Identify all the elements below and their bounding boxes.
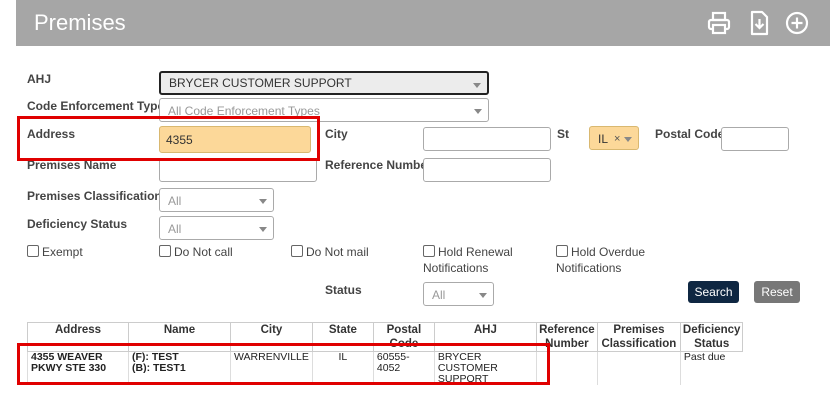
cell-deficiency-status: Past due — [679, 351, 743, 385]
hold-renewal-label: Hold Renewal — [438, 245, 513, 259]
clear-icon[interactable]: × — [614, 127, 620, 151]
reference-number-input[interactable] — [423, 158, 551, 182]
status-label: Status — [325, 283, 362, 297]
status-select[interactable]: All — [423, 282, 494, 306]
reference-number-label: Reference Number — [325, 158, 432, 172]
checkbox-icon[interactable] — [556, 245, 568, 257]
column-header-deficiency-status[interactable]: Deficiency Status — [679, 322, 744, 352]
hold-renewal-label-line2: Notifications — [423, 261, 489, 275]
chevron-down-icon — [624, 137, 632, 142]
chevron-down-icon — [259, 227, 267, 232]
checkbox-icon[interactable] — [27, 245, 39, 257]
page-header: Premises — [16, 0, 830, 46]
chevron-down-icon — [473, 83, 481, 88]
page-title: Premises — [34, 10, 126, 35]
postal-code-input[interactable] — [721, 127, 789, 151]
status-value: All — [432, 288, 446, 302]
deficiency-status-value: All — [168, 222, 182, 236]
hold-renewal-checkbox[interactable]: Hold Renewal Notifications — [423, 244, 513, 276]
postal-code-label: Postal Code — [655, 127, 725, 141]
checkbox-icon[interactable] — [159, 245, 171, 257]
add-icon[interactable] — [784, 10, 810, 36]
state-label: St — [557, 127, 569, 141]
hold-overdue-label: Hold Overdue — [571, 245, 646, 259]
checkbox-icon[interactable] — [423, 245, 435, 257]
hold-overdue-checkbox[interactable]: Hold Overdue Notifications — [556, 244, 645, 276]
premises-classification-label: Premises Classification — [27, 189, 162, 203]
hold-overdue-label-line2: Notifications — [556, 261, 622, 275]
premises-name-input[interactable] — [159, 158, 317, 182]
city-input[interactable] — [423, 127, 551, 151]
print-icon[interactable] — [706, 10, 732, 36]
column-header-premises-classification[interactable]: Premises Classification — [596, 322, 681, 352]
chevron-down-icon — [479, 293, 487, 298]
code-enforcement-type-label: Code Enforcement Type — [27, 99, 165, 113]
exempt-checkbox[interactable]: Exempt — [27, 244, 83, 260]
do-not-mail-label: Do Not mail — [306, 245, 369, 259]
exempt-label: Exempt — [42, 245, 83, 259]
ahj-select[interactable]: BRYCER CUSTOMER SUPPORT — [159, 71, 489, 95]
download-icon[interactable] — [746, 10, 772, 36]
reset-button[interactable]: Reset — [754, 281, 800, 303]
premises-classification-select[interactable]: All — [159, 188, 274, 212]
state-value: IL — [598, 132, 609, 146]
state-select[interactable]: IL × — [589, 126, 639, 150]
ahj-value: BRYCER CUSTOMER SUPPORT — [169, 76, 352, 90]
checkbox-icon[interactable] — [291, 245, 303, 257]
address-annotation-box — [17, 116, 320, 161]
city-label: City — [325, 127, 348, 141]
chevron-down-icon — [474, 109, 482, 114]
deficiency-status-select[interactable]: All — [159, 216, 274, 240]
ahj-label: AHJ — [27, 72, 52, 86]
do-not-mail-checkbox[interactable]: Do Not mail — [291, 244, 369, 260]
deficiency-status-label: Deficiency Status — [27, 217, 128, 231]
premises-classification-value: All — [168, 194, 182, 208]
do-not-call-label: Do Not call — [174, 245, 233, 259]
search-button[interactable]: Search — [688, 281, 739, 303]
result-row-annotation-box — [17, 343, 550, 385]
do-not-call-checkbox[interactable]: Do Not call — [159, 244, 233, 260]
cell-premises-classification — [596, 351, 681, 385]
chevron-down-icon — [259, 199, 267, 204]
